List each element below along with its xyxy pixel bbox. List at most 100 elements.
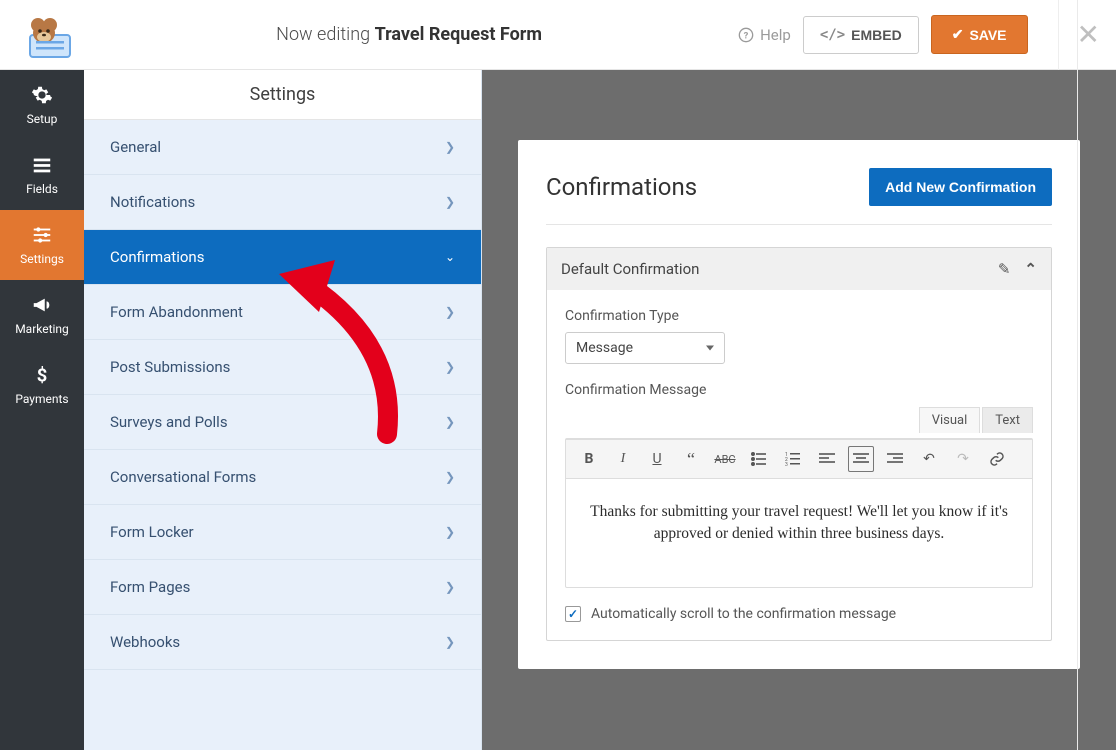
subnav-label: Webhooks — [110, 633, 180, 651]
subnav-label: Form Abandonment — [110, 303, 243, 321]
nav-marketing[interactable]: Marketing — [0, 280, 84, 350]
nav-fields-label: Fields — [26, 182, 58, 196]
subnav-item-post-submissions[interactable]: Post Submissions ❯ — [84, 340, 481, 395]
subnav-item-webhooks[interactable]: Webhooks ❯ — [84, 615, 481, 670]
chevron-down-icon: ⌄ — [445, 250, 455, 264]
nav-payments-label: Payments — [15, 392, 68, 406]
list-icon — [31, 154, 53, 176]
subnav-label: Form Pages — [110, 578, 190, 596]
confirmation-block: Default Confirmation ✎ ⌃ Confirmation Ty… — [546, 247, 1052, 641]
chevron-right-icon: ❯ — [445, 140, 455, 154]
autoscroll-option[interactable]: ✓ Automatically scroll to the confirmati… — [565, 606, 1033, 622]
subnav-label: Form Locker — [110, 523, 194, 541]
strikethrough-icon[interactable]: ABC — [712, 446, 738, 472]
save-button[interactable]: ✔ SAVE — [931, 15, 1028, 54]
form-name: Travel Request Form — [375, 24, 542, 45]
megaphone-icon — [31, 294, 53, 316]
autoscroll-checkbox[interactable]: ✓ — [565, 606, 581, 622]
save-label: SAVE — [969, 27, 1006, 43]
sliders-icon — [31, 224, 53, 246]
numbered-list-icon[interactable]: 123 — [780, 446, 806, 472]
subnav-item-surveys-and-polls[interactable]: Surveys and Polls ❯ — [84, 395, 481, 450]
nav-settings-label: Settings — [20, 252, 64, 266]
subnav-label: General — [110, 138, 161, 156]
editing-prefix: Now editing — [276, 24, 370, 45]
editor-toolbar: B I U “ ABC 123 — [566, 439, 1032, 479]
undo-icon[interactable]: ↶ — [916, 446, 942, 472]
confirmation-type-select[interactable]: Message — [565, 332, 725, 364]
subnav-label: Surveys and Polls — [110, 413, 228, 431]
help-link[interactable]: ? Help — [738, 26, 791, 44]
confirmation-type-label: Confirmation Type — [565, 308, 1033, 324]
chevron-right-icon: ❯ — [445, 305, 455, 319]
chevron-right-icon: ❯ — [445, 525, 455, 539]
bulleted-list-icon[interactable] — [746, 446, 772, 472]
edit-icon[interactable]: ✎ — [998, 260, 1011, 278]
subnav-item-conversational-forms[interactable]: Conversational Forms ❯ — [84, 450, 481, 505]
nav-settings[interactable]: Settings — [0, 210, 84, 280]
nav-fields[interactable]: Fields — [0, 140, 84, 210]
chevron-right-icon: ❯ — [445, 195, 455, 209]
content-area: Confirmations Add New Confirmation Defau… — [482, 70, 1116, 750]
editor-tab-text[interactable]: Text — [982, 407, 1033, 433]
confirmation-message-label: Confirmation Message — [565, 382, 1033, 398]
chevron-right-icon: ❯ — [445, 580, 455, 594]
rich-text-editor: B I U “ ABC 123 — [565, 438, 1033, 588]
subnav-label: Conversational Forms — [110, 468, 256, 486]
embed-button[interactable]: </> EMBED — [803, 16, 919, 54]
redo-icon[interactable]: ↷ — [950, 446, 976, 472]
chevron-right-icon: ❯ — [445, 415, 455, 429]
autoscroll-label: Automatically scroll to the confirmation… — [591, 606, 896, 622]
confirmation-head: Default Confirmation ✎ ⌃ — [547, 248, 1051, 290]
svg-text:3: 3 — [785, 462, 788, 466]
help-icon: ? — [738, 27, 754, 43]
link-icon[interactable] — [984, 446, 1010, 472]
embed-label: EMBED — [851, 27, 902, 43]
check-icon: ✔ — [952, 26, 964, 43]
align-right-icon[interactable] — [882, 446, 908, 472]
subnav-item-notifications[interactable]: Notifications ❯ — [84, 175, 481, 230]
subnav-label: Confirmations — [110, 248, 204, 266]
page-title: Now editing Travel Request Form — [80, 24, 738, 45]
nav-payments[interactable]: $ Payments — [0, 350, 84, 420]
subnav-label: Notifications — [110, 193, 195, 211]
editor-content[interactable]: Thanks for submitting your travel reques… — [566, 479, 1032, 587]
panel-title: Confirmations — [546, 173, 697, 201]
svg-text:$: $ — [37, 365, 48, 386]
close-icon: ✕ — [1077, 0, 1100, 70]
nav-setup-label: Setup — [27, 112, 58, 126]
code-icon: </> — [820, 27, 845, 43]
settings-subnav: Settings General ❯ Notifications ❯ Confirm… — [84, 70, 482, 750]
app-logo — [16, 11, 80, 59]
close-button[interactable]: ✕ — [1058, 0, 1100, 70]
chevron-right-icon: ❯ — [445, 635, 455, 649]
align-left-icon[interactable] — [814, 446, 840, 472]
nav-marketing-label: Marketing — [15, 322, 69, 336]
dollar-icon: $ — [31, 364, 53, 386]
subnav-item-form-pages[interactable]: Form Pages ❯ — [84, 560, 481, 615]
primary-nav: Setup Fields Settings Marketing $ Paymen… — [0, 70, 84, 750]
subnav-item-general[interactable]: General ❯ — [84, 120, 481, 175]
confirmation-type-value: Message — [576, 340, 633, 356]
quote-icon[interactable]: “ — [678, 446, 704, 472]
chevron-right-icon: ❯ — [445, 360, 455, 374]
svg-text:?: ? — [744, 30, 749, 41]
gear-icon — [31, 84, 53, 106]
help-label: Help — [760, 26, 791, 44]
bold-icon[interactable]: B — [576, 446, 602, 472]
editor-tab-visual[interactable]: Visual — [919, 407, 981, 433]
chevron-right-icon: ❯ — [445, 470, 455, 484]
subnav-label: Post Submissions — [110, 358, 230, 376]
nav-setup[interactable]: Setup — [0, 70, 84, 140]
confirmations-panel: Confirmations Add New Confirmation Defau… — [518, 140, 1080, 669]
align-center-icon[interactable] — [848, 446, 874, 472]
underline-icon[interactable]: U — [644, 446, 670, 472]
subnav-item-form-locker[interactable]: Form Locker ❯ — [84, 505, 481, 560]
collapse-icon[interactable]: ⌃ — [1024, 260, 1037, 278]
subnav-header: Settings — [84, 70, 481, 120]
italic-icon[interactable]: I — [610, 446, 636, 472]
confirmation-block-title: Default Confirmation — [561, 260, 699, 278]
subnav-item-form-abandonment[interactable]: Form Abandonment ❯ — [84, 285, 481, 340]
subnav-item-confirmations[interactable]: Confirmations ⌄ — [84, 230, 481, 285]
add-confirmation-button[interactable]: Add New Confirmation — [869, 168, 1052, 206]
